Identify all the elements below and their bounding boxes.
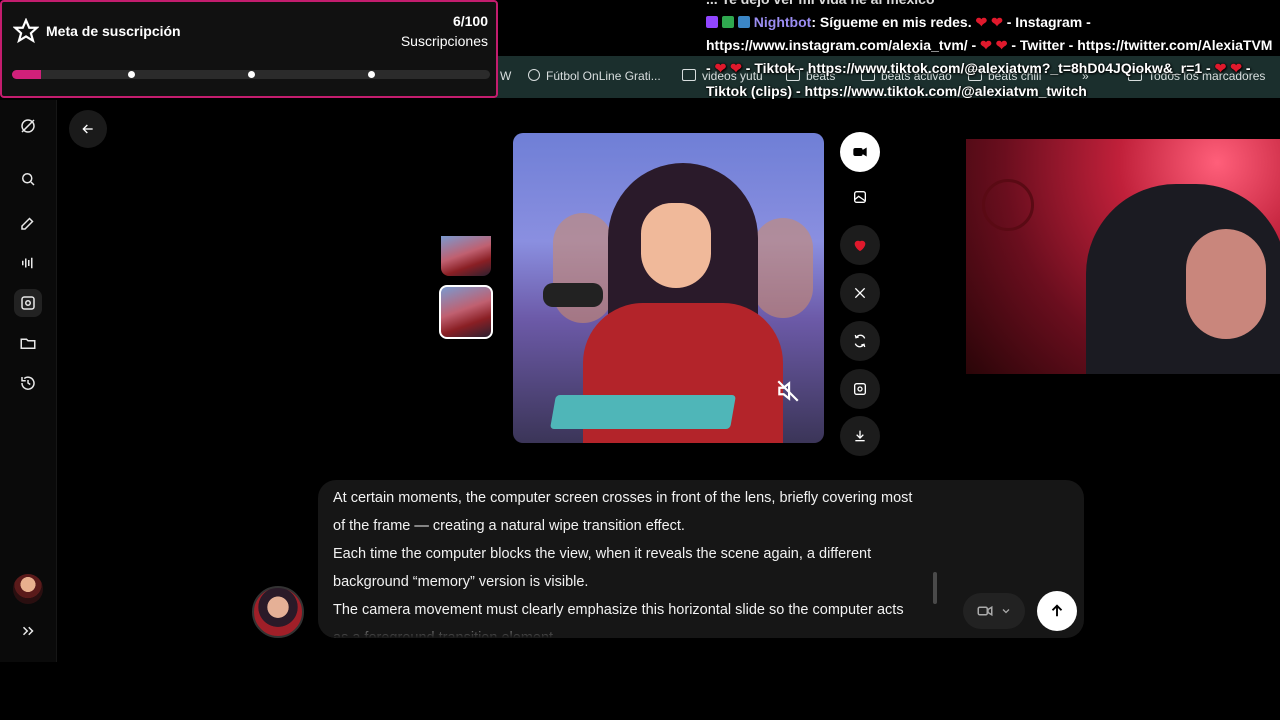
bookmark-overflow-label[interactable]: W	[500, 69, 511, 83]
heart-icon	[854, 240, 866, 252]
download-button[interactable]	[840, 416, 880, 456]
bookmark-futbol[interactable]: Fútbol OnLine Grati...	[528, 69, 661, 83]
folder-icon	[682, 69, 696, 81]
goal-milestone-marker	[248, 71, 255, 78]
goal-milestone-marker	[368, 71, 375, 78]
refresh-icon	[854, 334, 866, 348]
regenerate-button[interactable]	[840, 321, 880, 361]
share-x-button[interactable]	[840, 273, 880, 313]
sidebar	[0, 100, 57, 662]
prompt-scrollbar[interactable]	[933, 572, 937, 604]
chat-overlay: ... Te dejo ver mi vida ne al mexico Nig…	[706, 0, 1280, 130]
video-camera-icon	[977, 605, 993, 617]
streamer-face	[1186, 229, 1266, 339]
heart-emoji-icon: ❤ ❤	[1214, 60, 1242, 76]
goal-title: Meta de suscripción	[46, 23, 181, 39]
goal-milestone-marker	[128, 71, 135, 78]
thumbnail-video-2-selected[interactable]	[439, 285, 493, 339]
bot-badge-icon	[737, 16, 750, 28]
arrow-up-icon	[1051, 604, 1063, 617]
twitch-badge-icon	[706, 16, 718, 28]
avatar[interactable]	[13, 574, 43, 604]
audio-waveform-icon[interactable]	[14, 249, 42, 277]
submit-button[interactable]	[1037, 591, 1077, 631]
video-generator-icon[interactable]	[14, 289, 42, 317]
globe-icon	[528, 69, 540, 81]
goal-progress-fill	[12, 70, 41, 79]
image-background-figure	[753, 218, 813, 318]
image-icon	[854, 191, 866, 203]
edit-icon[interactable]	[14, 209, 42, 237]
download-icon	[855, 430, 865, 442]
chevron-down-icon	[1002, 609, 1010, 614]
chat-username: Nightbot	[753, 14, 812, 30]
chat-previous-line: ... Te dejo ver mi vida ne al mexico	[706, 0, 1280, 11]
video-mode-button[interactable]	[840, 132, 880, 172]
video-camera-icon	[853, 147, 867, 157]
x-logo-icon	[854, 287, 866, 299]
like-button[interactable]	[840, 225, 880, 265]
wall-seal	[982, 179, 1034, 231]
goal-count: 6/100	[452, 13, 488, 29]
reference-image-avatar[interactable]	[252, 586, 304, 638]
heart-emoji-icon: ❤ ❤	[714, 60, 742, 76]
goal-label: Suscripciones	[400, 33, 488, 49]
image-mode-button[interactable]	[840, 177, 880, 217]
prompt-textarea[interactable]: At certain moments, the computer screen …	[333, 484, 918, 638]
chat-text: - Tiktok - https://www.tiktok.com/@alexi…	[741, 60, 1211, 76]
heart-emoji-icon: ❤ ❤	[980, 37, 1008, 53]
webcam-overlay	[966, 139, 1280, 374]
folder-icon[interactable]	[14, 329, 42, 357]
chat-message: Nightbot: Sígueme en mis redes. ❤ ❤ - In…	[706, 11, 1280, 103]
image-keyboard	[550, 395, 736, 429]
subscription-goal-widget: Meta de suscripción 6/100 Suscripciones	[0, 0, 498, 98]
thumbnail-video-1[interactable]	[441, 236, 491, 276]
prompt-paragraph: At certain moments, the computer screen …	[333, 490, 913, 534]
history-icon[interactable]	[14, 369, 42, 397]
mute-icon[interactable]	[775, 378, 801, 404]
chat-text: : Sígueme en mis redes.	[811, 14, 972, 30]
generated-image[interactable]	[513, 133, 824, 443]
image-edit-icon	[854, 383, 866, 395]
prompt-fade	[318, 620, 938, 638]
image-microphone	[543, 283, 603, 307]
check-badge-icon	[721, 16, 734, 28]
arrow-left-icon	[82, 124, 93, 134]
prompt-paragraph: Each time the computer blocks the view, …	[333, 546, 872, 590]
output-type-select[interactable]	[963, 593, 1025, 629]
logo-icon[interactable]	[14, 112, 42, 140]
edit-image-button[interactable]	[840, 369, 880, 409]
chevron-double-right-icon[interactable]	[14, 617, 42, 645]
image-character-face	[641, 203, 711, 288]
back-button[interactable]	[69, 110, 107, 148]
star-icon	[13, 18, 39, 44]
heart-emoji-icon: ❤ ❤	[975, 14, 1003, 30]
search-icon[interactable]	[14, 165, 42, 193]
prompt-box[interactable]: At certain moments, the computer screen …	[318, 480, 1084, 638]
